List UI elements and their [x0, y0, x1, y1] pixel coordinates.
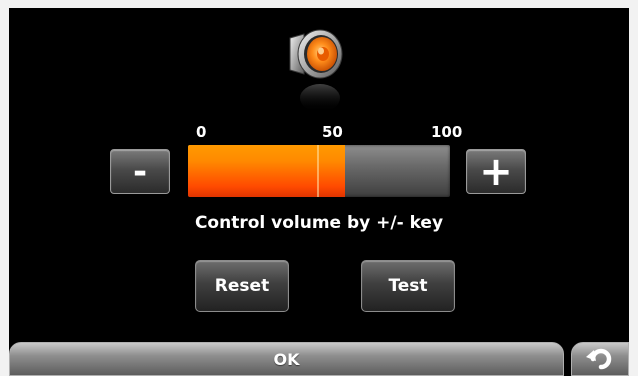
volume-level-fill: [188, 145, 346, 197]
scale-label-max: 100: [431, 123, 463, 141]
volume-slider[interactable]: [188, 145, 450, 197]
test-button[interactable]: Test: [361, 260, 455, 312]
volume-down-button[interactable]: -: [110, 149, 170, 194]
speaker-icon: [289, 29, 343, 112]
volume-level-marker: [317, 145, 319, 197]
volume-settings-screen: 0 50 100 - + Control volume by +/- key R…: [9, 8, 629, 376]
ok-button[interactable]: OK: [9, 342, 564, 376]
reset-button[interactable]: Reset: [195, 260, 289, 312]
volume-hint-text: Control volume by +/- key: [194, 213, 444, 233]
back-button[interactable]: [571, 342, 629, 376]
back-arrow-icon: [586, 348, 612, 370]
scale-label-mid: 50: [322, 123, 343, 141]
scale-label-min: 0: [196, 123, 207, 141]
volume-up-button[interactable]: +: [466, 149, 526, 195]
